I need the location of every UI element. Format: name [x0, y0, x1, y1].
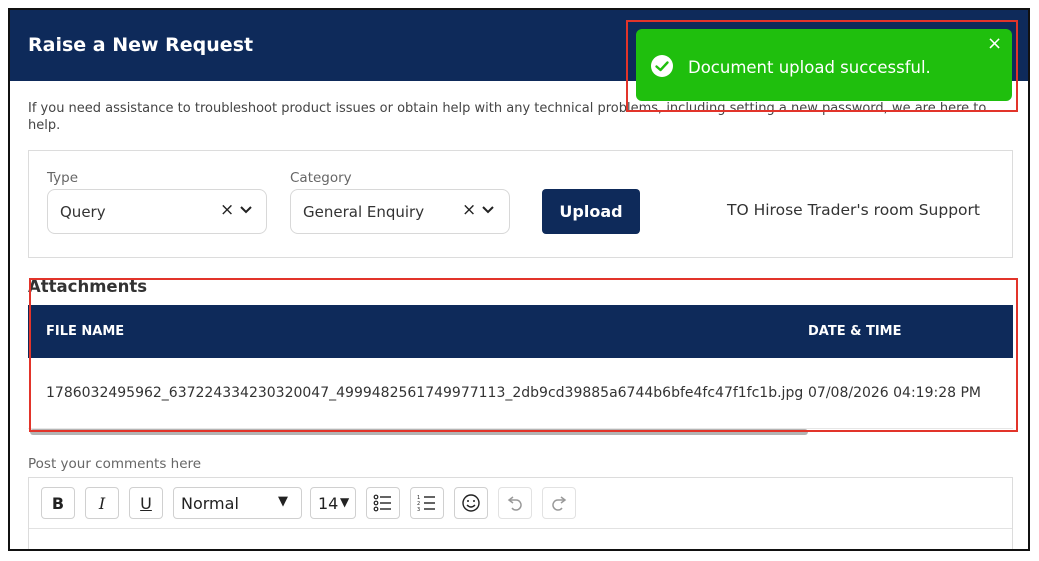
request-form: Type Query × Category General Enquiry × … — [28, 150, 1013, 258]
text-style-value: Normal — [181, 493, 239, 513]
dialog-title: Raise a New Request — [28, 34, 254, 56]
category-value: General Enquiry — [303, 203, 425, 221]
numbered-list-icon: 1 2 3 — [417, 495, 435, 512]
comment-editor[interactable]: B I U Normal ▼ 14 ▼ 1 2 3 — [28, 477, 1013, 549]
clear-icon[interactable]: × — [220, 200, 234, 220]
bold-button[interactable]: B — [41, 487, 75, 519]
chevron-down-icon[interactable] — [240, 206, 252, 214]
upload-button[interactable]: Upload — [542, 189, 640, 234]
editor-content-divider — [29, 528, 1012, 529]
font-size-value: 14 — [318, 493, 339, 513]
support-text: TO Hirose Trader's room Support — [727, 201, 980, 219]
svg-text:3: 3 — [417, 507, 420, 512]
redo-icon — [552, 496, 567, 511]
attachments-highlight — [29, 278, 1018, 432]
underline-button[interactable]: U — [129, 487, 163, 519]
numbered-list-button[interactable]: 1 2 3 — [410, 487, 444, 519]
comments-label: Post your comments here — [28, 456, 202, 472]
undo-button[interactable] — [498, 487, 532, 519]
category-label: Category — [290, 170, 352, 186]
dropdown-arrow-icon: ▼ — [340, 495, 350, 509]
type-label: Type — [47, 170, 79, 186]
category-select[interactable]: General Enquiry × — [290, 189, 510, 234]
emoji-button[interactable] — [454, 487, 488, 519]
emoji-icon — [462, 494, 480, 512]
toast-highlight — [626, 20, 1018, 112]
redo-button[interactable] — [542, 487, 576, 519]
font-size-select[interactable]: 14 ▼ — [310, 487, 356, 519]
undo-icon — [507, 496, 522, 511]
bullet-list-button[interactable] — [366, 487, 400, 519]
dropdown-arrow-icon: ▼ — [278, 494, 288, 509]
clear-icon[interactable]: × — [462, 200, 476, 220]
chevron-down-icon[interactable] — [482, 206, 494, 214]
italic-button[interactable]: I — [85, 487, 119, 519]
bullet-list-icon — [373, 494, 391, 512]
text-style-select[interactable]: Normal ▼ — [173, 487, 302, 519]
type-value: Query — [60, 203, 106, 221]
type-select[interactable]: Query × — [47, 189, 267, 234]
